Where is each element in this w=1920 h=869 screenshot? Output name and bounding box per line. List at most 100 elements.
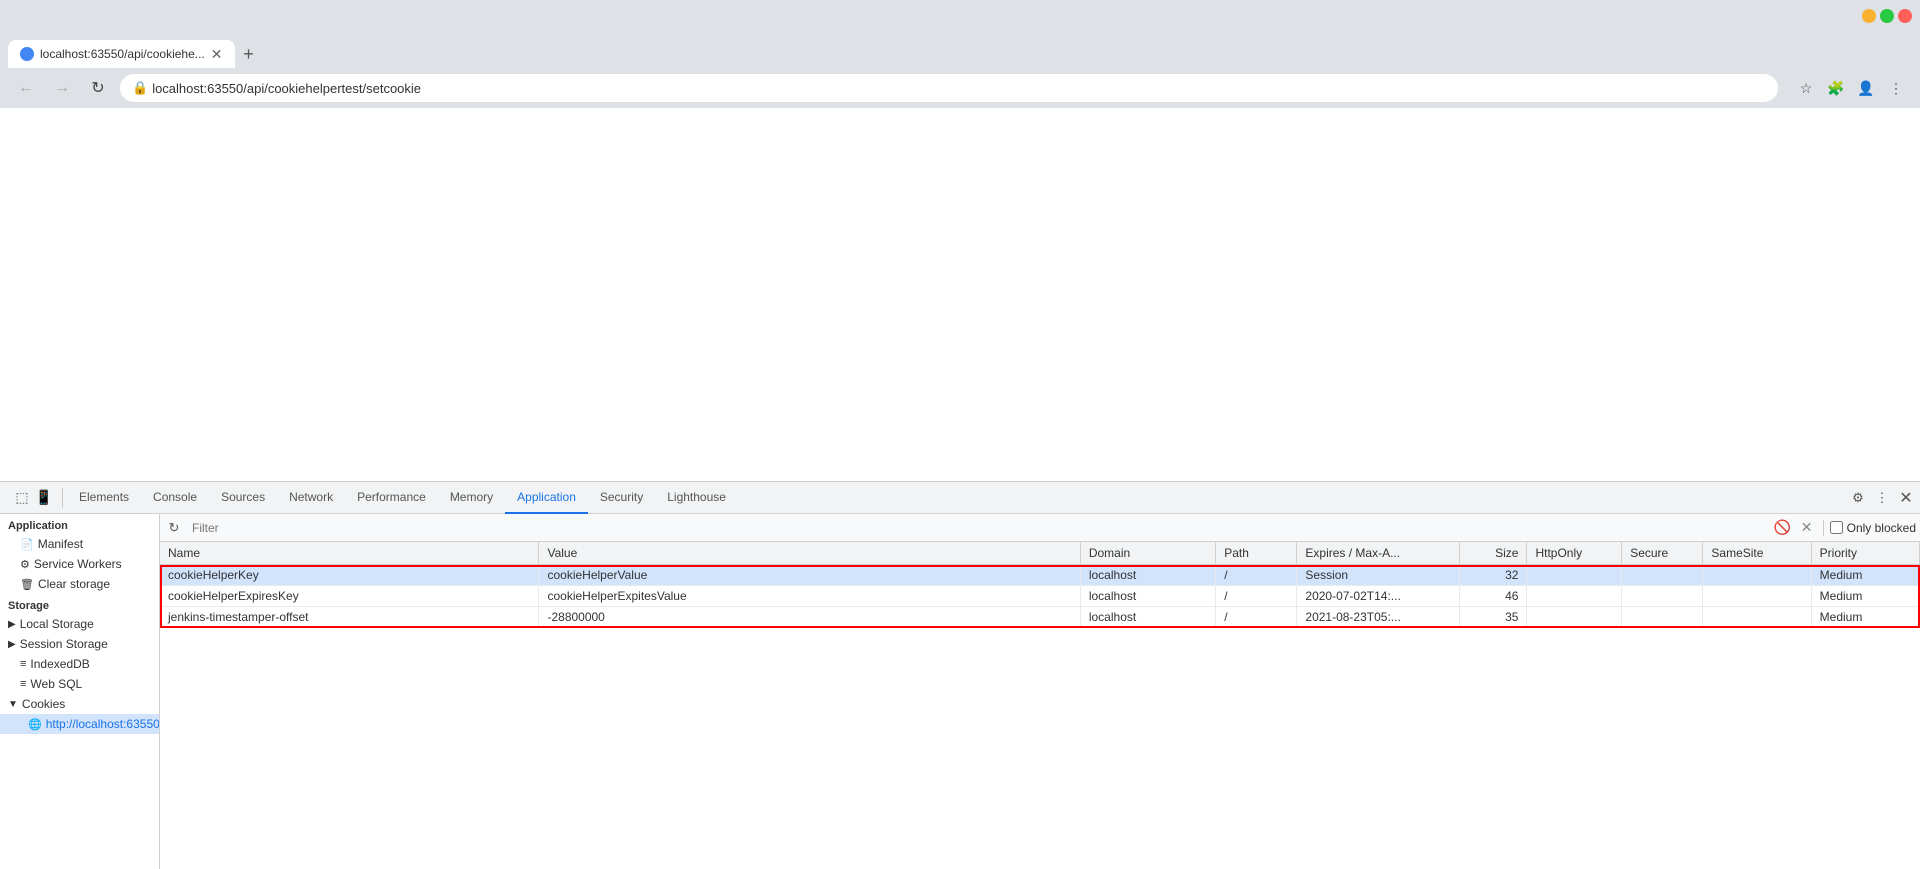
tab-application[interactable]: Application <box>505 482 588 514</box>
cookies-label: Cookies <box>22 697 65 711</box>
back-button[interactable]: ← <box>12 74 40 102</box>
chevron-down-icon: ▼ <box>8 699 18 710</box>
cell-priority: Medium <box>1811 586 1919 607</box>
col-header-secure: Secure <box>1622 542 1703 565</box>
more-tools-button[interactable]: ⋮ <box>1872 488 1892 508</box>
cell-size: 46 <box>1459 586 1527 607</box>
cookies-subitem-label: http://localhost:63550 <box>46 717 160 731</box>
cell-expires: Session <box>1297 565 1459 586</box>
table-row[interactable]: cookieHelperKeycookieHelperValuelocalhos… <box>160 565 1920 586</box>
title-bar <box>0 0 1920 32</box>
cell-secure <box>1622 586 1703 607</box>
minimize-button[interactable] <box>1862 9 1876 23</box>
devtools-body: Application 📄 Manifest ⚙ Service Workers… <box>0 514 1920 869</box>
sidebar-group-local-storage: ▶ Local Storage <box>0 614 159 634</box>
cell-size: 32 <box>1459 565 1527 586</box>
chevron-right-icon-2: ▶ <box>8 639 16 650</box>
chevron-right-icon: ▶ <box>8 619 16 630</box>
cell-size: 35 <box>1459 607 1527 628</box>
sidebar-item-manifest[interactable]: 📄 Manifest <box>0 534 159 554</box>
devtools-panel-icons: ⬚ 📱 <box>4 488 63 508</box>
table-row[interactable]: cookieHelperExpiresKeycookieHelperExpite… <box>160 586 1920 607</box>
delete-cookie-button[interactable]: ✕ <box>1797 518 1817 538</box>
cell-expires: 2020-07-02T14:... <box>1297 586 1459 607</box>
new-tab-button[interactable]: + <box>235 40 263 68</box>
local-storage-label: Local Storage <box>20 617 94 631</box>
cell-samesite <box>1703 586 1811 607</box>
tab-close-button[interactable]: ✕ <box>211 46 223 63</box>
forward-button[interactable]: → <box>48 74 76 102</box>
cell-value: cookieHelperValue <box>539 565 1080 586</box>
col-header-value: Value <box>539 542 1080 565</box>
cell-samesite <box>1703 565 1811 586</box>
clear-filter-button[interactable]: 🚫 <box>1773 518 1793 538</box>
sidebar-cookies-header[interactable]: ▼ Cookies <box>0 694 159 714</box>
indexeddb-icon: ≡ <box>20 658 26 670</box>
cell-priority: Medium <box>1811 607 1919 628</box>
clear-storage-icon: 🗑 <box>20 578 34 591</box>
sidebar-item-clear-storage[interactable]: 🗑 Clear storage <box>0 574 159 594</box>
main-panel: ↻ 🚫 ✕ Only blocked Name Value <box>160 514 1920 869</box>
star-button[interactable]: ☆ <box>1794 76 1818 100</box>
sidebar-item-service-workers-label: Service Workers <box>34 557 122 571</box>
cell-secure <box>1622 607 1703 628</box>
cell-name: cookieHelperKey <box>160 565 539 586</box>
col-header-name: Name <box>160 542 539 565</box>
sidebar-local-storage-header[interactable]: ▶ Local Storage <box>0 614 159 634</box>
devtools-tabs: ⬚ 📱 Elements Console Sources Network Per… <box>0 482 1920 514</box>
refresh-cookies-button[interactable]: ↻ <box>164 518 184 538</box>
only-blocked-text: Only blocked <box>1847 521 1916 535</box>
sidebar-group-cookies: ▼ Cookies 🌐 http://localhost:63550 <box>0 694 159 734</box>
cell-name: cookieHelperExpiresKey <box>160 586 539 607</box>
cell-domain: localhost <box>1080 586 1215 607</box>
col-header-samesite: SameSite <box>1703 542 1811 565</box>
address-input[interactable]: 🔒 localhost:63550/api/cookiehelpertest/s… <box>120 74 1778 102</box>
sidebar-item-clear-storage-label: Clear storage <box>38 577 110 591</box>
cell-secure <box>1622 565 1703 586</box>
tab-memory[interactable]: Memory <box>438 482 505 514</box>
tab-favicon <box>20 47 34 61</box>
tab-performance[interactable]: Performance <box>345 482 438 514</box>
col-header-priority: Priority <box>1811 542 1919 565</box>
filter-input[interactable] <box>188 518 1769 538</box>
cookie-table-body: cookieHelperKeycookieHelperValuelocalhos… <box>160 565 1920 628</box>
col-header-httponly: HttpOnly <box>1527 542 1622 565</box>
cookie-toolbar: ↻ 🚫 ✕ Only blocked <box>160 514 1920 542</box>
sidebar-item-service-workers[interactable]: ⚙ Service Workers <box>0 554 159 574</box>
tab-security[interactable]: Security <box>588 482 655 514</box>
table-row[interactable]: jenkins-timestamper-offset-28800000local… <box>160 607 1920 628</box>
profile-button[interactable]: 👤 <box>1854 76 1878 100</box>
tab-console[interactable]: Console <box>141 482 209 514</box>
sidebar-session-storage-header[interactable]: ▶ Session Storage <box>0 634 159 654</box>
devtools-close-button[interactable]: ✕ <box>1896 488 1916 508</box>
sidebar-item-web-sql[interactable]: ≡ Web SQL <box>0 674 159 694</box>
tab-network[interactable]: Network <box>277 482 345 514</box>
cell-path: / <box>1216 565 1297 586</box>
settings-button[interactable]: ⚙ <box>1848 488 1868 508</box>
sidebar-cookies-localhost[interactable]: 🌐 http://localhost:63550 <box>0 714 159 734</box>
session-storage-label: Session Storage <box>20 637 108 651</box>
device-toolbar-button[interactable]: 📱 <box>34 488 54 508</box>
extension-icon[interactable]: 🧩 <box>1824 76 1848 100</box>
maximize-button[interactable] <box>1880 9 1894 23</box>
address-bar-icons: ☆ 🧩 👤 ⋮ <box>1794 76 1908 100</box>
only-blocked-checkbox[interactable] <box>1830 521 1843 534</box>
browser-tab[interactable]: localhost:63550/api/cookiehe... ✕ <box>8 40 235 68</box>
browser-chrome: localhost:63550/api/cookiehe... ✕ + ← → … <box>0 0 1920 108</box>
col-header-size: Size <box>1459 542 1527 565</box>
refresh-button[interactable]: ↻ <box>84 74 112 102</box>
cell-samesite <box>1703 607 1811 628</box>
sidebar-item-indexeddb[interactable]: ≡ IndexedDB <box>0 654 159 674</box>
inspect-element-button[interactable]: ⬚ <box>12 488 32 508</box>
close-button[interactable] <box>1898 9 1912 23</box>
col-header-domain: Domain <box>1080 542 1215 565</box>
tab-lighthouse[interactable]: Lighthouse <box>655 482 738 514</box>
tab-elements[interactable]: Elements <box>67 482 141 514</box>
tab-sources[interactable]: Sources <box>209 482 277 514</box>
cell-expires: 2021-08-23T05:... <box>1297 607 1459 628</box>
cookies-data-table: Name Value Domain Path Expires / Max-A..… <box>160 542 1920 628</box>
only-blocked-label: Only blocked <box>1830 521 1916 535</box>
menu-button[interactable]: ⋮ <box>1884 76 1908 100</box>
cell-priority: Medium <box>1811 565 1919 586</box>
manifest-icon: 📄 <box>20 538 34 551</box>
